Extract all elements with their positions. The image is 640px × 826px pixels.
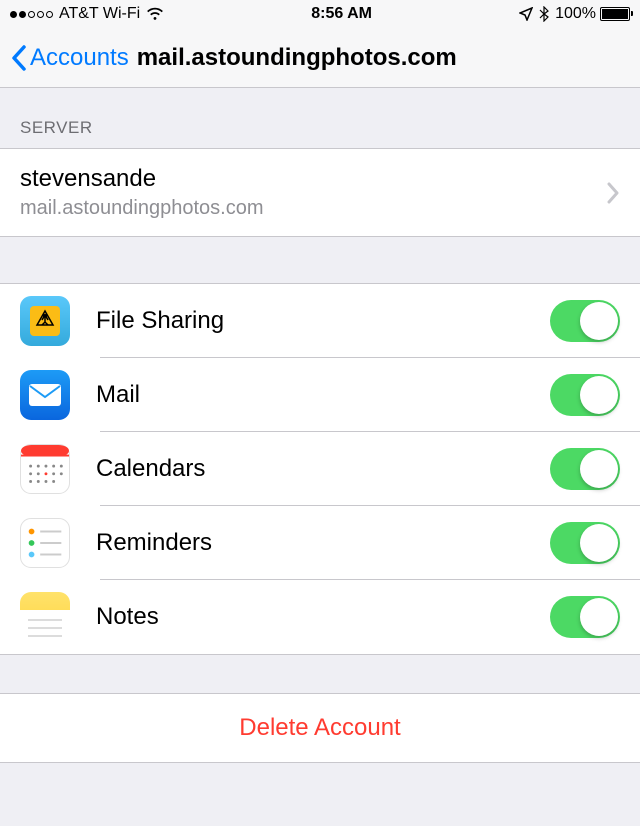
page-title: mail.astoundingphotos.com — [137, 44, 457, 72]
service-label: Notes — [96, 603, 550, 631]
status-left: AT&T Wi-Fi — [10, 5, 164, 23]
status-time: 8:56 AM — [311, 5, 372, 23]
nav-bar: Accounts mail.astoundingphotos.com — [0, 28, 640, 88]
delete-account-button[interactable]: Delete Account — [0, 693, 640, 763]
carrier-label: AT&T Wi-Fi — [59, 5, 140, 23]
calendars-icon — [20, 444, 70, 494]
chevron-right-icon — [606, 182, 620, 204]
service-label: Reminders — [96, 529, 550, 557]
notes-toggle[interactable] — [550, 596, 620, 638]
service-row-calendars: Calendars — [0, 432, 640, 506]
reminders-toggle[interactable] — [550, 522, 620, 564]
mail-icon — [20, 370, 70, 420]
server-account-name: stevensande — [20, 165, 606, 193]
back-button[interactable]: Accounts — [10, 44, 129, 72]
service-label: File Sharing — [96, 307, 550, 335]
service-label: Mail — [96, 381, 550, 409]
service-row-file-sharing: File Sharing — [0, 284, 640, 358]
services-group: File Sharing Mail Calendars Reminders No… — [0, 283, 640, 655]
battery-icon — [600, 7, 630, 21]
server-account-cell[interactable]: stevensande mail.astoundingphotos.com — [0, 149, 640, 236]
back-label: Accounts — [30, 44, 129, 72]
calendars-toggle[interactable] — [550, 448, 620, 490]
file-sharing-icon — [20, 296, 70, 346]
file-sharing-toggle[interactable] — [550, 300, 620, 342]
wifi-icon — [146, 7, 164, 21]
status-right: 100% — [519, 5, 630, 23]
bluetooth-icon — [539, 6, 549, 22]
service-row-mail: Mail — [0, 358, 640, 432]
service-label: Calendars — [96, 455, 550, 483]
server-section-header: SERVER — [0, 88, 640, 148]
server-group: stevensande mail.astoundingphotos.com — [0, 148, 640, 237]
notes-icon — [20, 592, 70, 642]
service-row-reminders: Reminders — [0, 506, 640, 580]
server-host: mail.astoundingphotos.com — [20, 197, 606, 220]
signal-strength-icon — [10, 11, 53, 18]
status-bar: AT&T Wi-Fi 8:56 AM 100% — [0, 0, 640, 28]
reminders-icon — [20, 518, 70, 568]
location-icon — [519, 7, 533, 21]
battery-percentage: 100% — [555, 5, 596, 23]
chevron-left-icon — [10, 44, 28, 72]
mail-toggle[interactable] — [550, 374, 620, 416]
service-row-notes: Notes — [0, 580, 640, 654]
